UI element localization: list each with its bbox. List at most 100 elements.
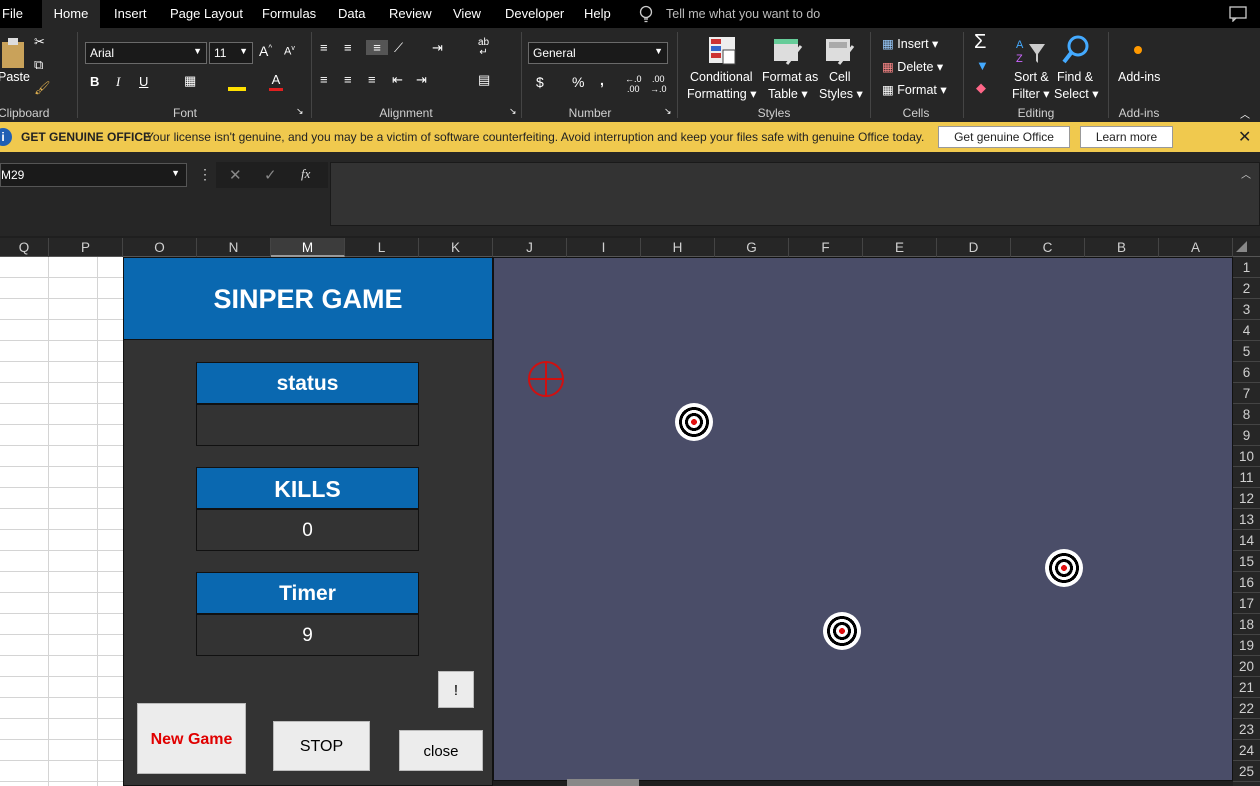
row-header[interactable]: 14 bbox=[1233, 530, 1260, 551]
addins-button[interactable]: Add-ins bbox=[1118, 70, 1160, 84]
align-bottom-icon[interactable]: ≡ bbox=[366, 40, 388, 55]
tab-review[interactable]: Review bbox=[379, 0, 442, 28]
row-header[interactable]: 12 bbox=[1233, 488, 1260, 509]
sort-filter-label-2[interactable]: Filter ▾ bbox=[1012, 86, 1050, 101]
italic-button[interactable]: I bbox=[116, 74, 120, 90]
tell-me-search[interactable]: Tell me what you want to do bbox=[666, 0, 820, 28]
column-header-q[interactable]: Q bbox=[0, 238, 49, 257]
tab-page-layout[interactable]: Page Layout bbox=[160, 0, 253, 28]
align-right-icon[interactable]: ≡ bbox=[368, 72, 376, 87]
align-middle-icon[interactable]: ≡ bbox=[344, 40, 352, 55]
name-box[interactable]: M29 ▼ bbox=[0, 163, 187, 187]
more-options-icon[interactable]: ⋮ bbox=[198, 166, 212, 183]
tab-view[interactable]: View bbox=[443, 0, 491, 28]
collapse-formula-icon[interactable]: ︿ bbox=[1241, 166, 1251, 181]
align-center-icon[interactable]: ≡ bbox=[344, 72, 352, 87]
dialog-launcher-icon[interactable]: ↘ bbox=[296, 106, 304, 117]
row-header[interactable]: 15 bbox=[1233, 551, 1260, 572]
enter-icon[interactable]: ✓ bbox=[264, 166, 277, 184]
insert-function-button[interactable]: fx bbox=[301, 166, 310, 182]
formula-input[interactable] bbox=[330, 162, 1260, 226]
column-header-c[interactable]: C bbox=[1011, 238, 1085, 257]
dialog-launcher-icon[interactable]: ↘ bbox=[509, 106, 517, 117]
tab-data[interactable]: Data bbox=[328, 0, 375, 28]
row-header[interactable]: 4 bbox=[1233, 320, 1260, 341]
target-icon[interactable] bbox=[675, 403, 713, 441]
cell-styles-label-2[interactable]: Styles ▾ bbox=[819, 86, 863, 101]
column-header-i[interactable]: I bbox=[567, 238, 641, 257]
fill-color-icon[interactable] bbox=[228, 73, 246, 91]
row-header[interactable]: 13 bbox=[1233, 509, 1260, 530]
bold-button[interactable]: B bbox=[90, 74, 99, 89]
tab-developer[interactable]: Developer bbox=[495, 0, 574, 28]
column-header-e[interactable]: E bbox=[863, 238, 937, 257]
increase-font-icon[interactable]: A^ bbox=[259, 43, 272, 59]
format-as-table-label-2[interactable]: Table ▾ bbox=[768, 86, 808, 101]
row-header[interactable]: 3 bbox=[1233, 299, 1260, 320]
column-header-b[interactable]: B bbox=[1085, 238, 1159, 257]
row-header[interactable]: 7 bbox=[1233, 383, 1260, 404]
number-format-select[interactable]: General ▼ bbox=[528, 42, 668, 64]
tab-help[interactable]: Help bbox=[574, 0, 621, 28]
addins-icon[interactable] bbox=[1134, 46, 1142, 54]
tab-file[interactable]: File bbox=[0, 0, 33, 28]
sort-filter-label-1[interactable]: Sort & bbox=[1014, 70, 1049, 84]
info-button[interactable]: ! bbox=[438, 671, 474, 708]
scrollbar-thumb[interactable] bbox=[567, 779, 639, 786]
conditional-formatting-label-2[interactable]: Formatting ▾ bbox=[687, 86, 757, 101]
column-header-f[interactable]: F bbox=[789, 238, 863, 257]
merge-center-icon[interactable]: ▤ bbox=[478, 72, 490, 88]
row-header[interactable]: 9 bbox=[1233, 425, 1260, 446]
column-header-p[interactable]: P bbox=[49, 238, 123, 257]
close-icon[interactable]: ✕ bbox=[1238, 127, 1251, 147]
row-header[interactable]: 24 bbox=[1233, 740, 1260, 761]
row-header[interactable]: 6 bbox=[1233, 362, 1260, 383]
format-as-table-icon[interactable] bbox=[773, 36, 803, 66]
comments-icon[interactable] bbox=[1229, 6, 1247, 22]
orientation-icon[interactable]: ⟋ bbox=[394, 40, 403, 56]
decrease-decimal-icon[interactable]: .00 →.0 bbox=[650, 74, 667, 94]
row-header[interactable]: 21 bbox=[1233, 677, 1260, 698]
paste-label[interactable]: Paste bbox=[0, 70, 30, 84]
decrease-indent-icon[interactable]: ⇤ bbox=[392, 72, 403, 88]
delete-cells-button[interactable]: ▦ Delete ▾ bbox=[882, 59, 943, 74]
conditional-formatting-label-1[interactable]: Conditional bbox=[690, 70, 753, 84]
tab-formulas[interactable]: Formulas bbox=[252, 0, 326, 28]
stop-button[interactable]: STOP bbox=[273, 721, 370, 771]
column-header-o[interactable]: O bbox=[123, 238, 197, 257]
column-header-j[interactable]: J bbox=[493, 238, 567, 257]
insert-cells-button[interactable]: ▦ Insert ▾ bbox=[882, 36, 938, 51]
collapse-ribbon-icon[interactable]: ︿ bbox=[1240, 106, 1250, 121]
dialog-launcher-icon[interactable]: ↘ bbox=[664, 106, 672, 117]
clear-icon[interactable]: ◆ bbox=[976, 80, 986, 96]
align-top-icon[interactable]: ≡ bbox=[320, 40, 328, 55]
currency-button[interactable]: $ bbox=[536, 74, 544, 90]
row-header[interactable]: 19 bbox=[1233, 635, 1260, 656]
cut-icon[interactable]: ✂ bbox=[34, 34, 45, 50]
column-header-m[interactable]: M bbox=[271, 238, 345, 257]
row-header[interactable]: 22 bbox=[1233, 698, 1260, 719]
increase-indent-icon[interactable]: ⇥ bbox=[416, 72, 427, 88]
percent-button[interactable]: % bbox=[572, 74, 584, 90]
select-all-corner[interactable] bbox=[1236, 241, 1247, 252]
format-painter-icon[interactable]: 🖌 bbox=[34, 80, 51, 96]
font-name-select[interactable]: Arial ▼ bbox=[85, 42, 207, 64]
learn-more-button[interactable]: Learn more bbox=[1080, 126, 1173, 148]
game-play-area[interactable] bbox=[493, 257, 1233, 781]
find-select-icon[interactable] bbox=[1061, 34, 1091, 66]
tab-home[interactable]: Home bbox=[42, 0, 100, 28]
find-select-label-2[interactable]: Select ▾ bbox=[1054, 86, 1099, 101]
row-header[interactable]: 23 bbox=[1233, 719, 1260, 740]
row-header[interactable]: 1 bbox=[1233, 257, 1260, 278]
format-as-table-label-1[interactable]: Format as bbox=[762, 70, 818, 84]
column-header-g[interactable]: G bbox=[715, 238, 789, 257]
target-icon[interactable] bbox=[1045, 549, 1083, 587]
align-left-icon[interactable]: ≡ bbox=[320, 72, 328, 87]
row-header[interactable]: 25 bbox=[1233, 761, 1260, 782]
column-header-n[interactable]: N bbox=[197, 238, 271, 257]
paste-icon[interactable] bbox=[0, 36, 28, 70]
row-header[interactable]: 10 bbox=[1233, 446, 1260, 467]
format-cells-button[interactable]: ▦ Format ▾ bbox=[882, 82, 947, 97]
decrease-font-icon[interactable]: Av bbox=[284, 45, 295, 58]
row-header[interactable]: 5 bbox=[1233, 341, 1260, 362]
